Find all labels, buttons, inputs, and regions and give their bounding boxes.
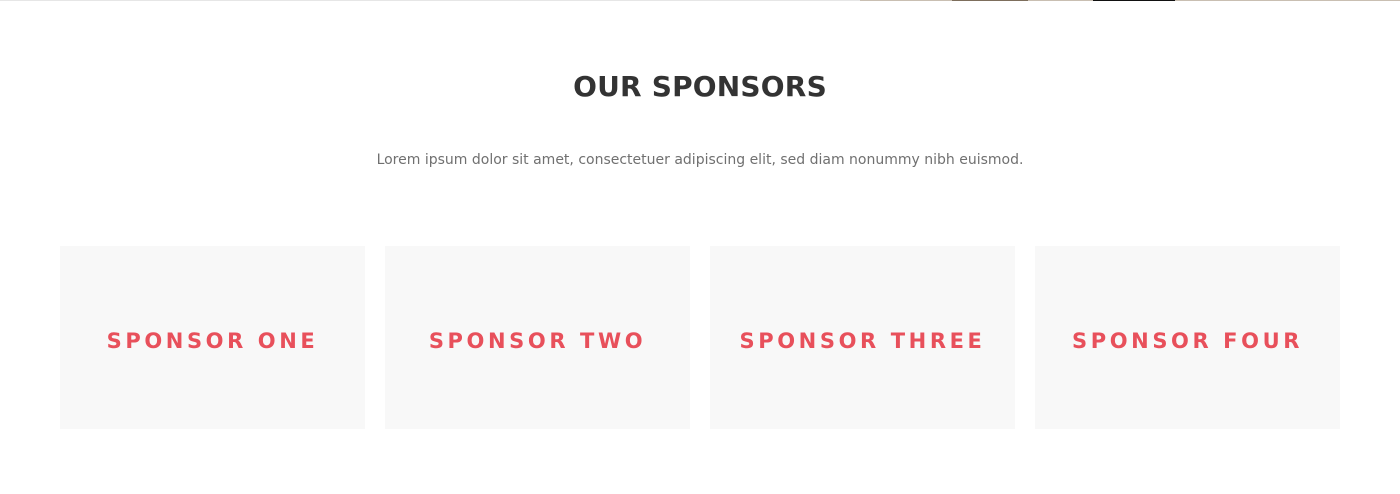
sponsor-card-one[interactable]: SPONSOR ONE [60, 246, 365, 429]
sponsor-logo-two: SPONSOR TWO [428, 328, 647, 353]
sponsor-grid: SPONSOR ONE SPONSOR TWO SPONSOR THREE SP… [60, 246, 1340, 429]
sponsor-card-four[interactable]: SPONSOR FOUR [1035, 246, 1340, 429]
image-edge-black [1093, 0, 1175, 1]
sponsor-logo-one: SPONSOR ONE [106, 328, 319, 353]
sponsor-logo-four: SPONSOR FOUR [1071, 328, 1304, 353]
sponsor-logo-three: SPONSOR THREE [739, 328, 986, 353]
section-subtitle: Lorem ipsum dolor sit amet, consectetuer… [376, 152, 1024, 168]
section-title: OUR SPONSORS [573, 70, 827, 103]
sponsor-card-two[interactable]: SPONSOR TWO [385, 246, 690, 429]
image-edge-dark [952, 0, 1028, 1]
previous-section-edge [0, 0, 1400, 1]
sponsor-card-three[interactable]: SPONSOR THREE [710, 246, 1015, 429]
